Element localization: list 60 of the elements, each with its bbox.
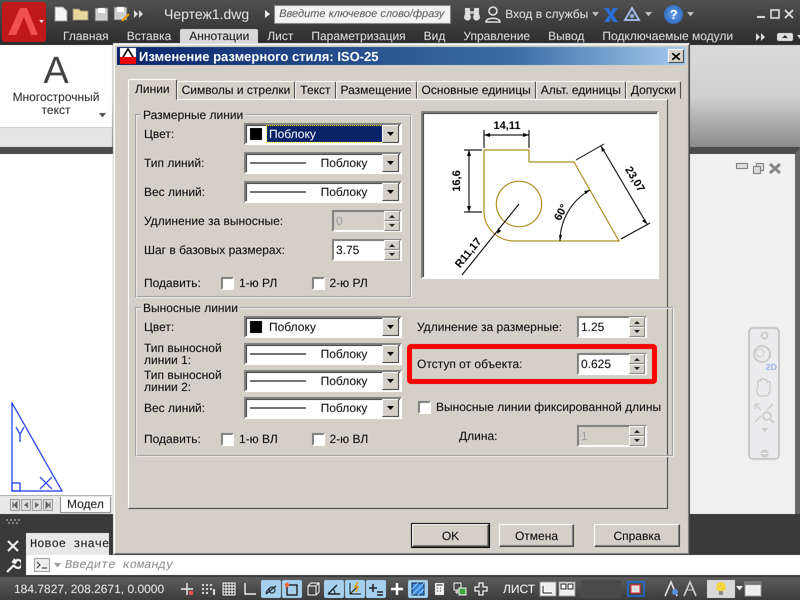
dialog-title: Изменение размерного стиля: ISO-25	[139, 48, 380, 64]
field-label: Тип выносной линии 2:	[144, 369, 223, 393]
layout-button[interactable]: ЛИСТ	[500, 582, 538, 596]
dropdown[interactable]: Поблоку	[244, 152, 402, 174]
dialog-tab[interactable]: Символы и стрелки	[176, 81, 296, 99]
checkbox-label: Выносные линии фиксированной длины	[436, 400, 662, 414]
field-label: Удлинение за размерные:	[417, 321, 564, 333]
ribbon-tab[interactable]: Вывод	[539, 29, 594, 44]
dialog-button[interactable]: Отмена	[499, 524, 574, 547]
ribbon-tab[interactable]: Аннотации	[180, 29, 258, 44]
command-field[interactable]: Введите команду	[26, 555, 800, 575]
window-title: Чертеж1.dwg	[164, 6, 250, 22]
field-label: Тип линий:	[144, 157, 206, 169]
field-label: Длина:	[459, 430, 498, 442]
checkbox-label: 2-ю ВЛ	[330, 432, 368, 446]
ribbon-tab[interactable]: Вставка	[118, 29, 180, 44]
dimension-label: 16,6	[451, 170, 463, 192]
field-label: Вес линий:	[144, 186, 206, 198]
dropdown[interactable]: Поблоку	[244, 123, 402, 145]
checkbox-label: 2-ю РЛ	[330, 276, 368, 290]
group-title: Размерные линии	[142, 108, 244, 122]
field-label: Шаг в базовых размерах:	[144, 244, 286, 256]
dropdown[interactable]: Поблоку	[244, 370, 402, 392]
checkbox-label: 1-ю РЛ	[239, 276, 278, 290]
dropdown[interactable]: Поблоку	[244, 181, 402, 203]
dimension-label: 14,11	[494, 120, 520, 132]
group-title: Выносные линии	[142, 301, 239, 315]
dialog-tab[interactable]: Основные единицы	[416, 81, 536, 99]
wheel-label: 2D	[765, 362, 777, 372]
command-history: Новое значе	[26, 533, 109, 555]
dialog-button[interactable]: Справка	[594, 524, 680, 547]
dialog-button[interactable]: OK	[412, 524, 489, 547]
field-label: Цвет:	[144, 321, 176, 333]
ribbon-tab[interactable]: Управление	[454, 29, 540, 44]
ribbon-tab[interactable]: Главная	[54, 29, 118, 44]
field-label: Тип выносной линии 1:	[144, 342, 223, 366]
dialog-tab[interactable]: Размещение	[336, 81, 417, 99]
field-label: Подавить:	[144, 276, 202, 290]
ribbon-tab[interactable]: Подключаемые модули	[593, 29, 742, 44]
field-label: Отступ от объекта:	[417, 358, 524, 370]
dialog-tab[interactable]: Допуски	[626, 81, 682, 99]
field-label: Цвет:	[144, 128, 176, 140]
coordinates: 184.7827, 208.2671, 0.0000	[13, 582, 166, 596]
search-field[interactable]: Введите ключевое слово/фразу	[274, 4, 452, 24]
dimension-label: 60°	[552, 202, 571, 223]
model-tab[interactable]: Модел	[60, 497, 111, 513]
field-label: Подавить:	[144, 432, 202, 446]
dropdown[interactable]: Поблоку	[244, 316, 402, 338]
dialog-tab[interactable]: Линии	[128, 79, 177, 100]
ribbon-tab[interactable]: Вид	[414, 29, 454, 44]
dropdown[interactable]: Поблоку	[244, 343, 402, 365]
checkbox-label: 1-ю ВЛ	[239, 432, 278, 446]
ribbon-tab[interactable]: Параметризация	[302, 29, 415, 44]
dropdown[interactable]: Поблоку	[244, 397, 402, 419]
dialog-tab[interactable]: Альт. единицы	[536, 81, 626, 99]
dialog-tab[interactable]: Текст	[295, 81, 336, 99]
field-label: Вес линий:	[144, 402, 206, 414]
ribbon-tab[interactable]: Лист	[258, 29, 302, 44]
sign-in-link[interactable]: Вход в службы	[505, 7, 588, 21]
field-label: Удлинение за выносные:	[144, 215, 284, 227]
